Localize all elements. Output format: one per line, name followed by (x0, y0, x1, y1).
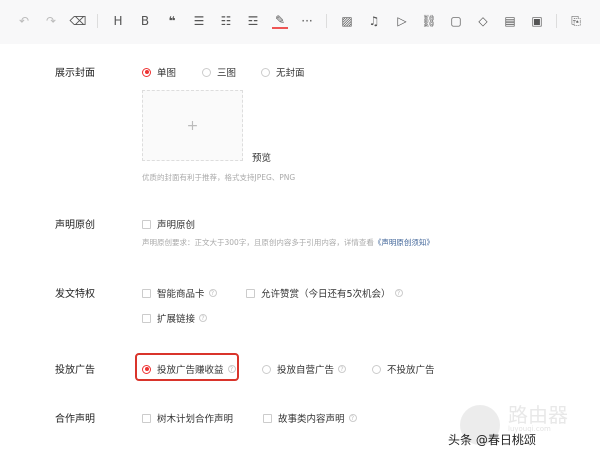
coop-label: 合作声明 (55, 414, 95, 425)
option-label: 单图 (157, 68, 177, 79)
checkbox[interactable] (142, 413, 151, 423)
bullet-list-icon[interactable]: ☰ (191, 13, 207, 29)
help-icon[interactable]: ? (394, 289, 403, 297)
option-label: 三图 (217, 68, 237, 79)
ad-card-icon[interactable]: ▣ (529, 13, 545, 29)
help-icon[interactable]: ? (227, 365, 236, 373)
cover-option-three[interactable]: 三图 (202, 65, 236, 79)
watermark: 路由器 luyouqi.com 头条 @春日桃颂 (448, 395, 598, 447)
editor-toolbar: ↶ ↷ ⌫ H B ❝ ☰ ☷ ☲ ✎ ··· ▨ ♫ ▷ ⛓ ▢ ◇ ▤ ▣ … (0, 0, 600, 44)
ads-option-none[interactable]: 不投放广告 (372, 362, 435, 376)
option-label: 允许赞赏（今日还有5次机会） (261, 289, 391, 300)
option-label: 树木计划合作声明 (157, 414, 234, 425)
quote-icon[interactable]: ❝ (164, 13, 180, 29)
numbered-list-icon[interactable]: ☷ (218, 13, 234, 29)
original-label: 声明原创 (55, 220, 95, 231)
checkbox[interactable] (142, 313, 151, 323)
ads-option-earn[interactable]: 投放广告赚收益? (142, 362, 236, 376)
ads-option-self[interactable]: 投放自营广告? (262, 362, 347, 376)
checkbox[interactable] (142, 288, 151, 298)
option-label: 不投放广告 (387, 365, 435, 376)
diamond-icon[interactable]: ◇ (475, 13, 491, 29)
divider (556, 14, 557, 28)
radio-selected[interactable] (142, 364, 151, 374)
cover-hint: 优质的封面有利于推荐，格式支持JPEG、PNG (142, 173, 296, 182)
undo-icon[interactable]: ↶ (16, 13, 32, 29)
cover-upload-box[interactable]: + (142, 90, 243, 161)
divider (326, 14, 327, 28)
original-hint: 声明原创要求：正文大于300字，且原创内容多于引用内容，详情查看《声明原创须知》 (142, 237, 434, 248)
option-label: 扩展链接 (157, 314, 196, 325)
divider-icon[interactable]: ☲ (245, 13, 261, 29)
option-label: 故事类内容声明 (278, 414, 345, 425)
option-label: 智能商品卡 (157, 289, 205, 300)
extend-link-checkbox[interactable]: 扩展链接? (142, 311, 208, 325)
cover-option-single[interactable]: 单图 (142, 65, 176, 79)
bag-icon[interactable]: ▢ (448, 13, 464, 29)
eraser-icon[interactable]: ⌫ (70, 13, 87, 29)
music-icon[interactable]: ♫ (366, 13, 382, 29)
video-icon[interactable]: ▷ (394, 13, 410, 29)
document-icon[interactable]: ▤ (502, 13, 518, 29)
option-label: 投放自营广告 (277, 365, 335, 376)
watermark-credit: 头条 @春日桃颂 (448, 433, 536, 447)
checkbox[interactable] (246, 288, 255, 298)
plus-icon: + (186, 117, 199, 134)
radio[interactable] (202, 67, 211, 77)
help-icon[interactable]: ? (338, 365, 347, 373)
option-label: 无封面 (276, 68, 305, 79)
smart-product-card-checkbox[interactable]: 智能商品卡? (142, 286, 217, 300)
preview-link[interactable]: 预览 (252, 150, 271, 164)
divider (97, 14, 98, 28)
checkbox[interactable] (142, 219, 151, 229)
file-add-icon[interactable]: ⎘ (568, 13, 584, 29)
ads-label: 投放广告 (55, 365, 95, 376)
option-label: 投放广告赚收益 (157, 365, 224, 376)
highlight-icon[interactable]: ✎ (272, 13, 288, 29)
cover-option-none[interactable]: 无封面 (261, 65, 305, 79)
heading-icon[interactable]: H (110, 13, 126, 29)
allow-tips-checkbox[interactable]: 允许赞赏（今日还有5次机会）? (246, 286, 403, 300)
original-checkbox[interactable]: 声明原创 (142, 217, 195, 231)
bold-icon[interactable]: B (137, 13, 153, 29)
help-icon[interactable]: ? (208, 289, 217, 297)
radio-selected[interactable] (142, 67, 151, 77)
redo-icon[interactable]: ↷ (43, 13, 59, 29)
original-rules-link[interactable]: 《声明原创须知》 (374, 238, 434, 247)
story-content-checkbox[interactable]: 故事类内容声明? (263, 411, 357, 425)
radio[interactable] (372, 364, 381, 374)
hint-text: 声明原创要求：正文大于300字，且原创内容多于引用内容，详情查看 (142, 238, 374, 247)
cover-label: 展示封面 (55, 68, 95, 79)
radio[interactable] (261, 67, 270, 77)
tree-plan-checkbox[interactable]: 树木计划合作声明 (142, 411, 233, 425)
option-label: 声明原创 (157, 220, 196, 231)
watermark-brand: 路由器 (508, 403, 568, 427)
help-icon[interactable]: ? (348, 414, 357, 422)
more-icon[interactable]: ··· (299, 13, 315, 29)
checkbox[interactable] (263, 413, 272, 423)
privileges-label: 发文特权 (55, 289, 95, 300)
radio[interactable] (262, 364, 271, 374)
image-icon[interactable]: ▨ (339, 13, 355, 29)
help-icon[interactable]: ? (199, 314, 208, 322)
link-icon[interactable]: ⛓ (421, 13, 437, 29)
